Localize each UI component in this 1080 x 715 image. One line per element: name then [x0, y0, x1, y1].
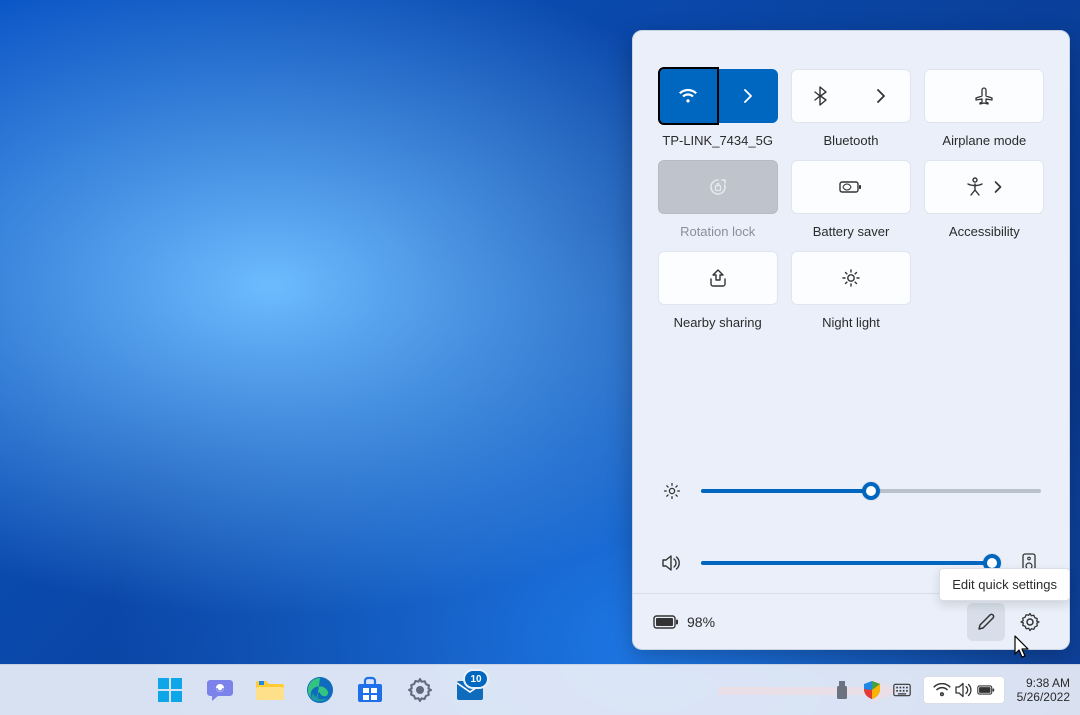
speaker-icon: [955, 682, 973, 698]
tray-security[interactable]: [863, 681, 881, 699]
chevron-right-icon: [743, 89, 753, 103]
clock-time: 9:38 AM: [1026, 676, 1070, 690]
mail-badge: 10: [465, 671, 487, 687]
bluetooth-toggle-half[interactable]: [792, 70, 851, 122]
gear-icon: [407, 677, 433, 703]
taskbar-microsoft-store[interactable]: [349, 669, 391, 711]
brightness-slider-row: [661, 481, 1041, 501]
start-button[interactable]: [149, 669, 191, 711]
tray-volume: [955, 681, 973, 699]
taskbar-settings[interactable]: [399, 669, 441, 711]
brightness-icon: [841, 268, 861, 288]
brightness-slider[interactable]: [701, 489, 1041, 493]
speaker-icon: [662, 554, 682, 572]
wifi-icon: [678, 88, 698, 104]
tray-battery: [977, 681, 995, 699]
taskbar-chat[interactable]: [199, 669, 241, 711]
night-light-button[interactable]: [791, 251, 911, 305]
chevron-right-icon: [876, 89, 886, 103]
nearby-sharing-button[interactable]: [658, 251, 778, 305]
night-light-label: Night light: [822, 315, 880, 330]
chat-icon: [206, 677, 234, 703]
tile-accessibility: Accessibility: [924, 160, 1045, 239]
tooltip-edit-quick-settings: Edit quick settings: [939, 568, 1070, 601]
battery-saver-button[interactable]: [791, 160, 911, 214]
edit-quick-settings-button[interactable]: [967, 603, 1005, 641]
airplane-button[interactable]: [924, 69, 1044, 123]
battery-percent-text: 98%: [687, 614, 715, 630]
taskbar-file-explorer[interactable]: [249, 669, 291, 711]
battery-status[interactable]: 98%: [653, 614, 715, 630]
taskbar-pinned-apps: 10: [149, 669, 491, 711]
accessibility-label: Accessibility: [949, 224, 1020, 239]
system-tray-quick-settings[interactable]: [923, 676, 1005, 704]
tray-wifi: [933, 681, 951, 699]
sun-icon: [663, 482, 681, 500]
keyboard-icon: [893, 682, 911, 698]
taskbar-edge[interactable]: [299, 669, 341, 711]
shield-icon: [863, 680, 881, 700]
rotation-lock-button: [658, 160, 778, 214]
rotation-lock-icon: [708, 177, 728, 197]
taskbar-right: 9:38 AM 5/26/2022: [833, 665, 1070, 715]
tray-touch-keyboard[interactable]: [893, 681, 911, 699]
tray-usb[interactable]: [833, 681, 851, 699]
rotation-lock-label: Rotation lock: [680, 224, 755, 239]
wifi-expand-half[interactable]: [720, 70, 777, 122]
battery-icon: [977, 684, 995, 696]
quick-settings-tiles: TP-LINK_7434_5G Bluetooth Airplane mode: [657, 69, 1045, 330]
brightness-thumb[interactable]: [862, 482, 880, 500]
airplane-label: Airplane mode: [942, 133, 1026, 148]
tile-night-light: Night light: [790, 251, 911, 330]
bluetooth-button[interactable]: [791, 69, 911, 123]
pencil-icon: [976, 612, 996, 632]
airplane-icon: [974, 86, 994, 106]
gear-icon: [1020, 612, 1040, 632]
edge-icon: [306, 676, 334, 704]
bluetooth-expand-half[interactable]: [851, 70, 910, 122]
tile-bluetooth: Bluetooth: [790, 69, 911, 148]
store-icon: [356, 676, 384, 704]
usb-icon: [835, 680, 849, 700]
battery-icon: [653, 615, 679, 629]
accessibility-icon: [966, 177, 984, 197]
volume-glyph: [661, 554, 683, 572]
nearby-sharing-label: Nearby sharing: [674, 315, 762, 330]
bluetooth-icon: [814, 86, 828, 106]
panel-footer: 98%: [633, 593, 1069, 649]
bluetooth-label: Bluetooth: [824, 133, 879, 148]
share-icon: [708, 269, 728, 287]
wifi-button[interactable]: [658, 69, 778, 123]
settings-button[interactable]: [1011, 603, 1049, 641]
wifi-icon: [933, 683, 951, 697]
tile-battery-saver: Battery saver: [790, 160, 911, 239]
taskbar: 10 9:38 AM 5/26/2022: [0, 664, 1080, 715]
folder-icon: [255, 678, 285, 702]
tile-rotation-lock: Rotation lock: [657, 160, 778, 239]
taskbar-mail[interactable]: 10: [449, 669, 491, 711]
volume-slider[interactable]: [701, 561, 1001, 565]
tile-airplane: Airplane mode: [924, 69, 1045, 148]
accessibility-button[interactable]: [924, 160, 1044, 214]
clock-date: 5/26/2022: [1017, 690, 1070, 704]
taskbar-clock[interactable]: 9:38 AM 5/26/2022: [1017, 676, 1070, 704]
windows-logo-icon: [157, 677, 183, 703]
tile-wifi: TP-LINK_7434_5G: [657, 69, 778, 148]
chevron-right-icon: [994, 181, 1002, 193]
brightness-glyph: [661, 482, 683, 500]
battery-saver-label: Battery saver: [813, 224, 890, 239]
wifi-label: TP-LINK_7434_5G: [662, 133, 773, 148]
tile-nearby-sharing: Nearby sharing: [657, 251, 778, 330]
battery-saver-icon: [839, 179, 863, 195]
wifi-toggle-half[interactable]: [658, 67, 719, 125]
quick-settings-panel: TP-LINK_7434_5G Bluetooth Airplane mode: [632, 30, 1070, 650]
